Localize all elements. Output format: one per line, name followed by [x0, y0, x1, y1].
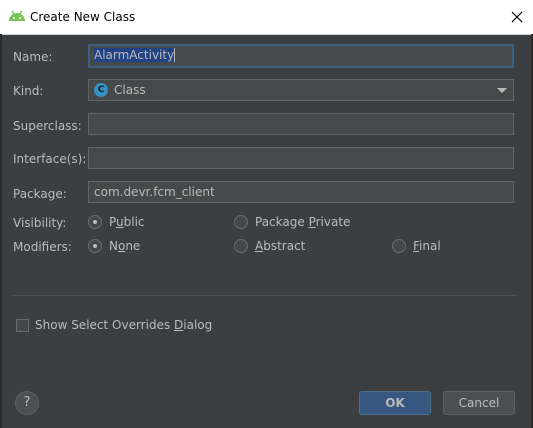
radio-unselected-icon — [234, 215, 248, 229]
interfaces-label: Interface(s): — [13, 152, 87, 166]
title-bar: Create New Class — [0, 0, 533, 35]
package-label: Package: — [13, 187, 67, 201]
divider — [13, 295, 517, 296]
name-label: Name: — [13, 50, 53, 64]
checkbox-unchecked-icon — [16, 318, 29, 332]
modifier-abstract-radio[interactable]: Abstract — [234, 239, 305, 253]
package-input[interactable]: com.devr.fcm_client — [88, 181, 514, 203]
modifier-abstract-label: Abstract — [255, 239, 306, 253]
name-value: AlarmActivity — [94, 48, 175, 62]
cancel-button[interactable]: Cancel — [443, 391, 515, 415]
show-overrides-label: Show Select Overrides Dialog — [35, 318, 213, 332]
superclass-label: Superclass: — [13, 119, 82, 133]
superclass-input[interactable] — [88, 113, 514, 135]
kind-label: Kind: — [13, 84, 44, 98]
name-input[interactable]: AlarmActivity — [88, 44, 514, 68]
visibility-public-label: Public — [109, 215, 145, 229]
modifiers-label: Modifiers: — [13, 240, 72, 254]
radio-unselected-icon — [234, 239, 248, 253]
visibility-package-private-label: Package Private — [255, 215, 351, 229]
visibility-package-private-radio[interactable]: Package Private — [234, 215, 350, 229]
kind-dropdown[interactable]: C Class — [88, 79, 514, 101]
chevron-down-icon[interactable] — [497, 88, 507, 93]
radio-selected-icon — [88, 215, 102, 229]
radio-selected-icon — [88, 239, 102, 253]
visibility-public-radio[interactable]: Public — [88, 215, 145, 229]
window-title: Create New Class — [30, 10, 136, 24]
close-icon[interactable] — [501, 0, 533, 34]
radio-unselected-icon — [392, 239, 406, 253]
ok-button[interactable]: OK — [359, 391, 431, 415]
android-icon — [8, 9, 26, 23]
help-button[interactable]: ? — [15, 391, 39, 415]
visibility-label: Visibility: — [13, 216, 67, 230]
window-left-edge — [0, 34, 2, 428]
text-caret — [174, 48, 176, 62]
interfaces-input[interactable] — [88, 147, 514, 169]
package-value: com.devr.fcm_client — [94, 185, 215, 199]
modifier-none-label: None — [109, 239, 141, 253]
show-overrides-checkbox[interactable]: Show Select Overrides Dialog — [16, 318, 212, 332]
modifier-final-radio[interactable]: Final — [392, 239, 441, 253]
kind-value: Class — [114, 83, 146, 97]
modifier-none-radio[interactable]: None — [88, 239, 140, 253]
class-icon: C — [94, 83, 108, 97]
modifier-final-label: Final — [413, 239, 441, 253]
